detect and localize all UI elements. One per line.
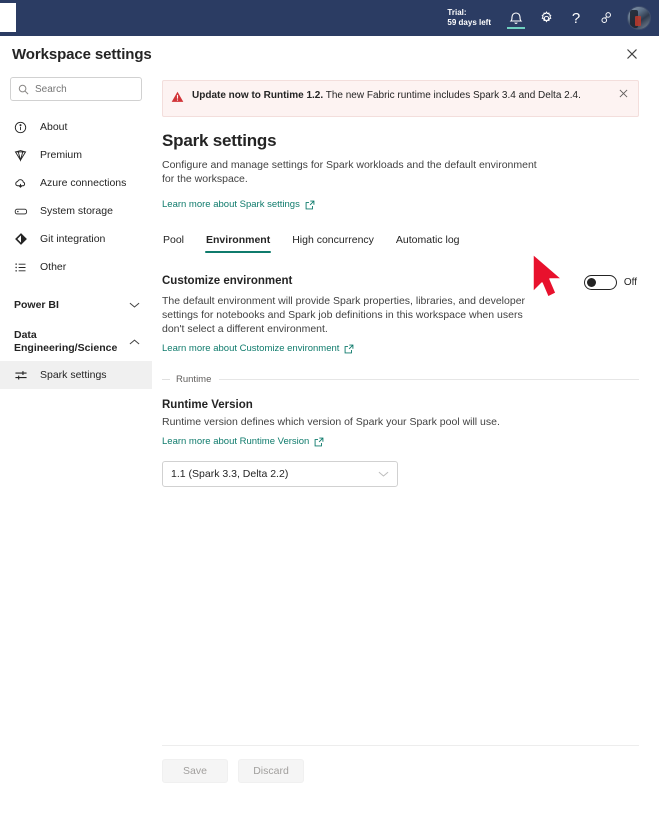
main-content-panel: Update now to Runtime 1.2. The new Fabri… bbox=[152, 72, 659, 815]
sidebar-item-azure-connections[interactable]: Azure connections bbox=[0, 169, 152, 197]
sidebar-item-label: Spark settings bbox=[40, 369, 107, 381]
trial-status: Trial: 59 days left bbox=[447, 8, 501, 28]
sidebar-item-git-integration[interactable]: Git integration bbox=[0, 225, 152, 253]
storage-icon bbox=[14, 203, 32, 219]
sidebar-nav-list: About Premium Azure connections System s… bbox=[0, 113, 152, 281]
sidebar-item-spark-settings[interactable]: Spark settings bbox=[0, 361, 152, 389]
settings-content: Spark settings Configure and manage sett… bbox=[152, 117, 659, 487]
tab-pool[interactable]: Pool bbox=[162, 234, 185, 253]
save-button[interactable]: Save bbox=[162, 759, 228, 783]
dialog-footer: Save Discard bbox=[152, 745, 659, 815]
sliders-icon bbox=[14, 367, 32, 383]
dialog-header: Workspace settings bbox=[0, 36, 659, 72]
sidebar-group-data-engineering-science[interactable]: Data Engineering/Science bbox=[0, 329, 152, 355]
banner-message: Update now to Runtime 1.2. The new Fabri… bbox=[192, 89, 616, 108]
git-icon bbox=[14, 231, 32, 247]
runtime-fieldset-divider: Runtime bbox=[162, 374, 639, 385]
tab-high-concurrency[interactable]: High concurrency bbox=[291, 234, 375, 253]
customize-environment-toggle[interactable] bbox=[583, 275, 617, 290]
sidebar-group-label: Data Engineering/Science bbox=[14, 329, 118, 354]
update-runtime-banner: Update now to Runtime 1.2. The new Fabri… bbox=[162, 80, 639, 117]
sidebar-group-power-bi[interactable]: Power BI bbox=[0, 295, 152, 315]
toggle-state-label: Off bbox=[623, 277, 637, 288]
chevron-down-icon bbox=[378, 470, 389, 478]
sidebar-item-label: About bbox=[40, 121, 68, 133]
user-avatar[interactable] bbox=[627, 6, 651, 30]
list-icon bbox=[14, 259, 32, 275]
link-label: Learn more about Runtime Version bbox=[162, 436, 310, 447]
external-link-icon bbox=[314, 437, 324, 447]
trial-label: Trial: bbox=[447, 8, 467, 17]
sidebar-item-about[interactable]: About bbox=[0, 113, 152, 141]
divider-line bbox=[219, 379, 639, 380]
customize-environment-header: Customize environment Off bbox=[162, 275, 639, 290]
chevron-up-icon bbox=[129, 338, 140, 346]
close-icon[interactable] bbox=[621, 43, 643, 65]
sidebar-item-label: System storage bbox=[40, 205, 113, 217]
footer-buttons: Save Discard bbox=[162, 745, 639, 783]
tab-environment[interactable]: Environment bbox=[205, 234, 272, 253]
sidebar-item-label: Premium bbox=[40, 149, 83, 161]
external-link-icon bbox=[305, 200, 315, 210]
help-icon: ? bbox=[571, 9, 581, 27]
customize-environment-toggle-wrap: Off bbox=[583, 275, 639, 290]
divider-lead bbox=[162, 379, 170, 380]
app-logo bbox=[0, 2, 16, 32]
search-box[interactable] bbox=[10, 77, 142, 101]
chevron-down-icon bbox=[129, 301, 140, 309]
notification-indicator bbox=[507, 27, 525, 29]
tab-automatic-log[interactable]: Automatic log bbox=[395, 234, 461, 253]
runtime-version-dropdown[interactable]: 1.1 (Spark 3.3, Delta 2.2) bbox=[162, 461, 398, 487]
runtime-legend: Runtime bbox=[176, 374, 212, 385]
settings-gear-button[interactable] bbox=[531, 0, 561, 36]
banner-close-icon[interactable] bbox=[616, 89, 630, 108]
search-input[interactable] bbox=[35, 83, 134, 95]
spark-settings-description: Configure and manage settings for Spark … bbox=[162, 159, 537, 185]
link-label: Learn more about Customize environment bbox=[162, 343, 340, 354]
cloud-icon bbox=[14, 175, 32, 191]
runtime-version-section: Runtime Version Runtime version defines … bbox=[162, 399, 639, 487]
info-icon bbox=[14, 119, 32, 135]
sidebar-group-label: Power BI bbox=[14, 298, 59, 311]
sidebar-item-other[interactable]: Other bbox=[0, 253, 152, 281]
runtime-version-value: 1.1 (Spark 3.3, Delta 2.2) bbox=[171, 468, 289, 480]
topbar-actions: Trial: 59 days left ? bbox=[447, 0, 659, 36]
settings-tabs: Pool Environment High concurrency Automa… bbox=[162, 234, 639, 253]
banner-message-strong: Update now to Runtime 1.2. bbox=[192, 90, 324, 101]
feedback-button[interactable] bbox=[591, 0, 621, 36]
notifications-button[interactable] bbox=[501, 0, 531, 36]
banner-message-rest: The new Fabric runtime includes Spark 3.… bbox=[323, 90, 581, 101]
page-title: Workspace settings bbox=[12, 45, 152, 63]
toggle-thumb bbox=[586, 278, 596, 287]
learn-more-spark-settings-link[interactable]: Learn more about Spark settings bbox=[162, 199, 315, 210]
customize-environment-section: Customize environment Off The default en… bbox=[162, 275, 639, 356]
sidebar-item-premium[interactable]: Premium bbox=[0, 141, 152, 169]
diamond-icon bbox=[14, 147, 32, 163]
settings-sidebar: About Premium Azure connections bbox=[0, 72, 152, 815]
sidebar-item-label: Azure connections bbox=[40, 177, 127, 189]
footer-divider bbox=[162, 745, 639, 746]
warning-icon bbox=[171, 89, 184, 108]
search-icon bbox=[18, 84, 29, 95]
learn-more-runtime-version-link[interactable]: Learn more about Runtime Version bbox=[162, 436, 324, 447]
learn-more-customize-environment-link[interactable]: Learn more about Customize environment bbox=[162, 343, 354, 354]
runtime-version-title: Runtime Version bbox=[162, 399, 253, 411]
discard-button[interactable]: Discard bbox=[238, 759, 304, 783]
help-button[interactable]: ? bbox=[561, 0, 591, 36]
sidebar-item-system-storage[interactable]: System storage bbox=[0, 197, 152, 225]
trial-days-left: 59 days left bbox=[447, 18, 491, 27]
external-link-icon bbox=[344, 344, 354, 354]
customize-environment-description: The default environment will provide Spa… bbox=[162, 295, 526, 335]
customize-environment-title: Customize environment bbox=[162, 275, 293, 287]
spark-settings-title: Spark settings bbox=[162, 131, 277, 150]
top-navigation-bar: Trial: 59 days left ? bbox=[0, 0, 659, 36]
runtime-version-description: Runtime version defines which version of… bbox=[162, 416, 500, 428]
link-label: Learn more about Spark settings bbox=[162, 199, 300, 210]
sidebar-item-label: Other bbox=[40, 261, 67, 273]
sidebar-item-label: Git integration bbox=[40, 233, 106, 245]
